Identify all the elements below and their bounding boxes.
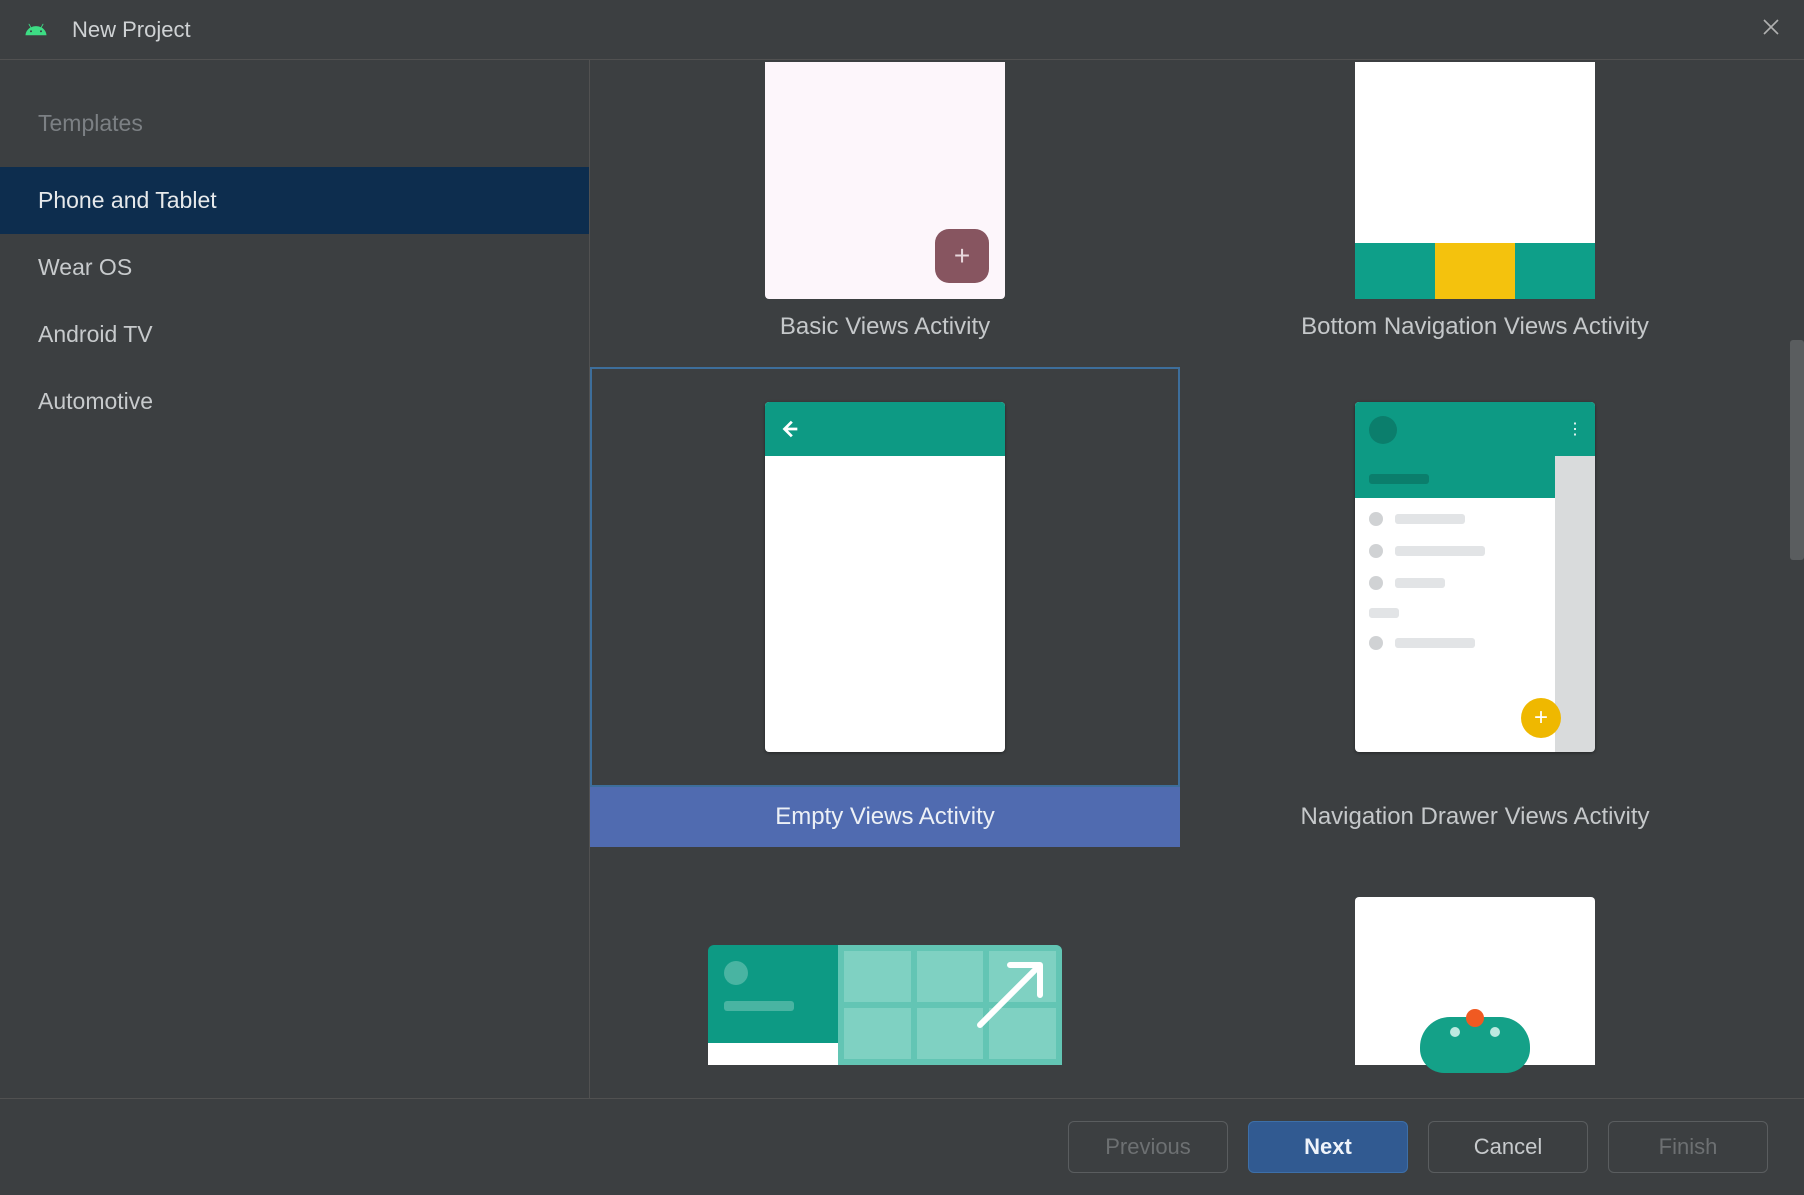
template-row-partial-right[interactable] — [1180, 857, 1770, 1077]
template-label: Bottom Navigation Views Activity — [1180, 297, 1770, 357]
next-button[interactable]: Next — [1248, 1121, 1408, 1173]
game-controller-icon — [1420, 1017, 1530, 1073]
sidebar-item-phone-and-tablet[interactable]: Phone and Tablet — [0, 167, 589, 234]
fab-plus-icon: + — [935, 229, 989, 283]
back-arrow-icon — [779, 418, 801, 440]
titlebar: New Project — [0, 0, 1804, 60]
template-basic-views-activity[interactable]: + Basic Views Activity — [590, 60, 1180, 367]
vertical-scrollbar[interactable] — [1790, 340, 1804, 560]
sidebar-item-android-tv[interactable]: Android TV — [0, 301, 589, 368]
template-empty-views-activity[interactable]: Empty Views Activity — [590, 367, 1180, 857]
template-category-sidebar: Templates Phone and Tablet Wear OS Andro… — [0, 60, 590, 1098]
template-thumbnail — [1355, 897, 1595, 1065]
android-icon — [24, 18, 48, 42]
template-navigation-drawer-views-activity[interactable]: ⋮ + Navigation Drawer Views Activity — [1180, 367, 1770, 857]
template-label: Basic Views Activity — [590, 297, 1180, 357]
template-thumbnail — [765, 402, 1005, 752]
sidebar-item-automotive[interactable]: Automotive — [0, 368, 589, 435]
fab-plus-icon: + — [1521, 698, 1561, 738]
template-label: Empty Views Activity — [590, 787, 1180, 847]
overflow-menu-icon: ⋮ — [1555, 402, 1595, 456]
template-label: Navigation Drawer Views Activity — [1180, 787, 1770, 847]
template-thumbnail — [708, 945, 1062, 1065]
sidebar-heading: Templates — [0, 90, 589, 167]
template-gallery: + Basic Views Activity — [590, 60, 1804, 1098]
dialog-footer: Previous Next Cancel Finish — [0, 1098, 1804, 1195]
finish-button[interactable]: Finish — [1608, 1121, 1768, 1173]
new-project-dialog: New Project Templates Phone and Tablet W… — [0, 0, 1804, 1195]
sidebar-item-wear-os[interactable]: Wear OS — [0, 234, 589, 301]
template-thumbnail: + — [765, 62, 1005, 299]
previous-button[interactable]: Previous — [1068, 1121, 1228, 1173]
template-bottom-navigation-views-activity[interactable]: Bottom Navigation Views Activity — [1180, 60, 1770, 367]
template-thumbnail: ⋮ + — [1355, 402, 1595, 752]
close-icon[interactable] — [1762, 18, 1780, 40]
template-thumbnail — [1355, 62, 1595, 299]
dialog-title: New Project — [72, 17, 191, 43]
cancel-button[interactable]: Cancel — [1428, 1121, 1588, 1173]
template-row-partial-left[interactable] — [590, 857, 1180, 1077]
